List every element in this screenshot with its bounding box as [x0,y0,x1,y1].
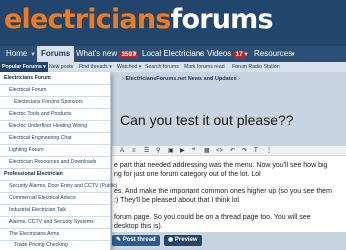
sub-nav: Popular Forums ▾ New posts Find threads … [0,62,346,72]
logo-part-forums: forums [170,4,274,35]
editor-line: es. And make the important common ones h… [114,188,332,195]
code-icon[interactable]: <> [216,147,223,155]
editor-line: e part that needed addressing was the me… [114,162,328,169]
site-header: electriciansforums [0,0,346,46]
editor-line: desktop this is). [114,223,163,230]
editor-line: ng for just one forum category out of th… [114,171,261,178]
menu-item[interactable]: Lighting Forum [9,145,44,156]
menu-category-header[interactable]: Electricians Forum [4,73,51,84]
menu-item[interactable]: The Electricians Arms [9,229,59,240]
nav-videos[interactable]: Videos 17 [207,46,245,62]
editor-toolbar: A ≡ ☰ ⚲ ▣ ▶ ❝ ▦ <> ↶ ↷ T ⋮ [112,146,346,156]
subnav-search-forums[interactable]: Search forums [145,62,179,72]
subnav-watched-label: Watched [117,64,138,70]
font-size-icon[interactable]: A [120,147,124,155]
subnav-popular-label: Popular Forums [2,64,42,70]
nav-resources-caret[interactable]: ▼ [290,46,296,62]
thread-title[interactable]: Can you test it out please?? [120,112,294,128]
link-icon[interactable]: ⚲ [156,147,160,155]
site-logo[interactable]: electriciansforums [4,3,274,37]
clear-format-icon[interactable]: T [254,147,258,155]
subnav-radio[interactable]: Forum Radio Station [232,62,280,72]
menu-item[interactable]: Electrical Engineering Chat [9,133,72,144]
media-icon[interactable]: ▶ [180,147,185,155]
subnav-find-threads-label: Find threads [79,64,108,70]
menu-item[interactable]: Industrial Electrician Talk [9,205,66,216]
nav-videos-caret[interactable]: ▼ [243,46,249,62]
preview-label: Preview [174,237,198,243]
eye-icon: ◉ [168,237,174,243]
popular-forums-menu: Electricians Forum Electrical Forum Elec… [0,72,117,250]
undo-icon[interactable]: ↶ [230,147,235,155]
table-icon[interactable]: ▦ [204,147,210,155]
menu-item[interactable]: Electrician Resources and Downloads [9,157,96,168]
editor-line: :) They'll be pleased about that I think… [114,197,239,204]
editor-line: forum page. So you could be on a thread … [114,214,311,221]
breadcrumb-separator: › [122,76,124,82]
nav-home[interactable]: Home [6,46,27,62]
menu-item[interactable]: Electrical Forum [9,85,46,96]
list-icon[interactable]: ☰ [144,147,149,155]
subnav-find-threads[interactable]: Find threads ▾ [79,62,112,72]
menu-item[interactable]: Electricians Forums Sponsors [14,97,83,108]
nav-whats-new-label: What's new [76,49,118,58]
chevron-down-icon: ▾ [43,64,46,70]
nav-local-electricians[interactable]: Local Electricians [142,46,204,62]
subnav-watched[interactable]: Watched ▾ [117,62,141,72]
logo-part-electricians: electricians [4,4,171,35]
post-thread-label: Post thread [122,237,156,243]
chevron-right-icon: › [238,76,241,82]
subnav-popular-forums[interactable]: Popular Forums ▾ [0,62,48,72]
menu-item[interactable]: Electric Underfloor Heating Wiring [9,121,87,132]
menu-category-header[interactable]: Professional Electrician [4,169,63,180]
menu-item[interactable]: Commercial Electrical Advice [9,193,76,204]
menu-item[interactable]: Trade Pricing Checking [14,240,68,250]
redo-icon[interactable]: ↷ [242,147,247,155]
nav-whats-new-caret[interactable]: ▼ [132,46,138,62]
nav-videos-label: Videos [207,49,232,58]
chevron-down-icon: ▾ [138,64,142,70]
breadcrumb[interactable]: › ElectriciansForums.net News and Update… [122,76,240,82]
chevron-down-icon: ▾ [109,64,112,70]
more-icon[interactable]: ⋮ [266,147,272,155]
quote-icon[interactable]: ❝ [192,147,195,155]
nav-home-caret[interactable]: ▼ [30,46,36,62]
subnav-new-posts[interactable]: New posts [49,62,73,72]
subnav-mark-read[interactable]: Mark forums read [184,62,225,72]
align-icon[interactable]: ≡ [132,147,136,155]
nav-local-caret[interactable]: ▼ [197,46,203,62]
nav-whats-new[interactable]: What's new 3597 [76,46,138,62]
nav-resources[interactable]: Resources [254,46,292,62]
menu-item[interactable]: Alarms, CCTV and Security Systems [9,217,94,228]
image-icon[interactable]: ▣ [168,147,174,155]
main-nav: Home ▼ Forums What's new 3597 ▼ Local El… [0,46,346,62]
nav-forums[interactable]: Forums [37,46,75,62]
menu-item[interactable]: Security Alarms, Door Entry and CCTV (Pu… [9,181,117,192]
breadcrumb-current: ElectriciansForums.net News and Updates [125,76,237,82]
post-thread-button[interactable]: ✎ Post thread [112,235,160,246]
preview-button[interactable]: ◉ Preview [164,235,202,246]
menu-item[interactable]: Electric Tools and Products [9,109,71,120]
post-icon: ✎ [116,237,122,243]
